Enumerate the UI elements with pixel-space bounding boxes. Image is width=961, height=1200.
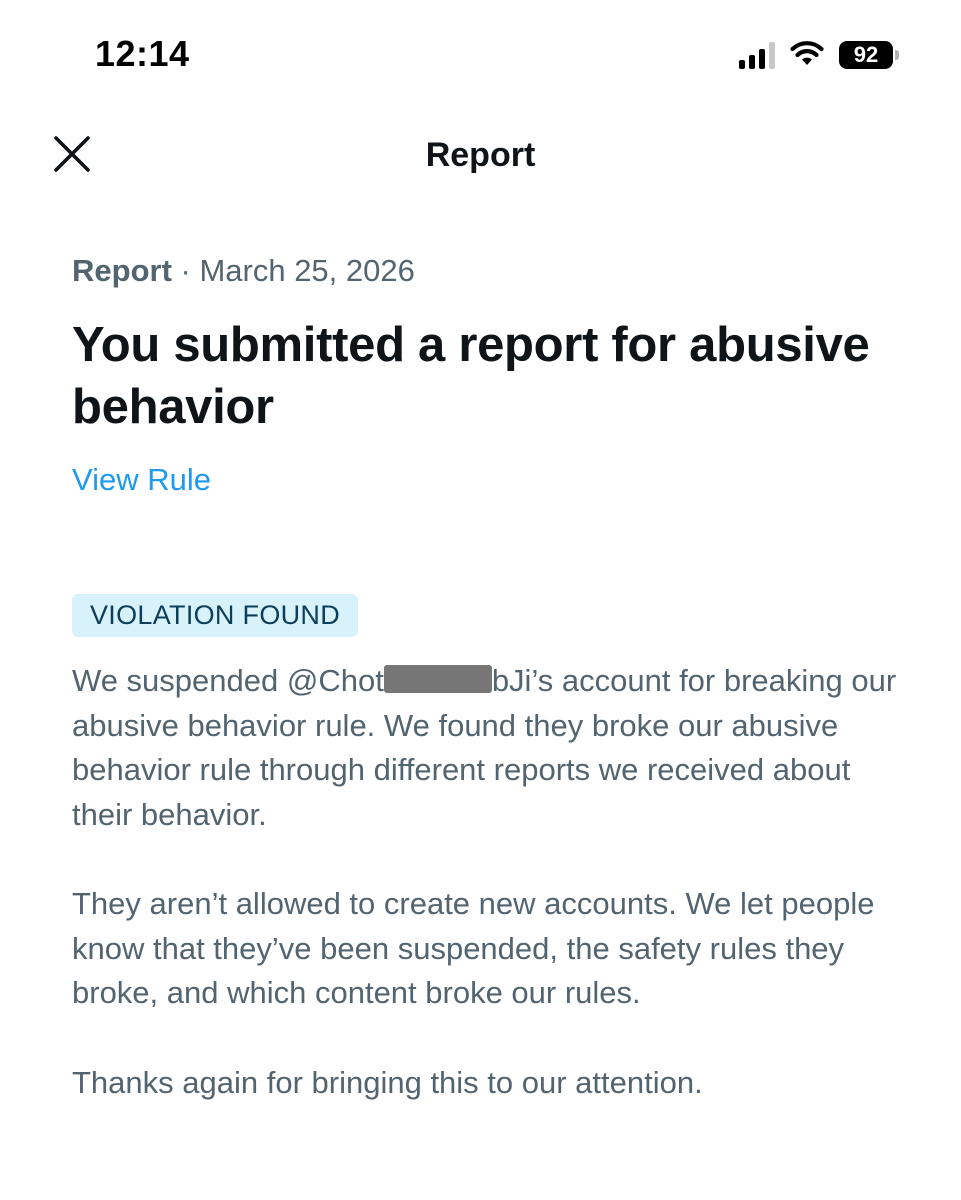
report-meta: Report · March 25, 2026: [72, 250, 902, 292]
battery-icon: 92: [839, 40, 899, 69]
battery-level: 92: [839, 40, 893, 69]
page-title: Report: [425, 136, 536, 174]
p1-prefix: We suspended @Chot: [72, 663, 384, 698]
thanks-paragraph: Thanks again for bringing this to our at…: [72, 1064, 703, 1100]
redacted-username: [383, 665, 492, 693]
header: Report: [0, 120, 961, 192]
status-bar: 12:14 92: [0, 0, 961, 110]
report-date: March 25, 2026: [199, 253, 415, 288]
meta-separator: ·: [171, 253, 200, 288]
view-rule-link[interactable]: View Rule: [72, 462, 211, 498]
report-content: Report · March 25, 2026 You submitted a …: [72, 250, 902, 1105]
signal-icon: [739, 41, 775, 69]
report-type-label: Report: [72, 253, 172, 288]
status-icons: 92: [739, 38, 899, 71]
policy-paragraph: They aren’t allowed to create new accoun…: [72, 886, 875, 1010]
report-headline: You submitted a report for abusive behav…: [72, 318, 870, 434]
suspension-paragraph: We suspended @Chot bJi’s account for brea…: [72, 659, 902, 837]
status-time: 12:14: [95, 33, 190, 74]
violation-badge: VIOLATION FOUND: [72, 594, 359, 637]
wifi-icon: [789, 38, 825, 71]
